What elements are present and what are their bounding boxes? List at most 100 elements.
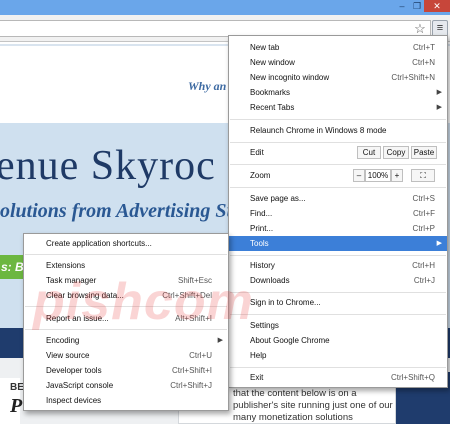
menu-item-label: Bookmarks — [250, 88, 291, 97]
menu-item-label: Help — [250, 351, 267, 360]
hero-heading: enue Skyroc — [0, 143, 216, 189]
fullscreen-icon[interactable]: ⛶ — [411, 169, 435, 182]
chrome-main-menu: New tab Ctrl+T New window Ctrl+N New inc… — [228, 35, 448, 388]
menu-item-label: Downloads — [250, 276, 290, 285]
menu-item-task-manager[interactable]: Task manager Shift+Esc — [24, 273, 228, 288]
menu-item-find[interactable]: Find... Ctrl+F — [229, 206, 447, 221]
tools-submenu: Create application shortcuts... Extensio… — [23, 233, 229, 411]
menu-item-recent-tabs[interactable]: Recent Tabs ▶ — [229, 100, 447, 115]
menu-item-label: About Google Chrome — [250, 336, 330, 345]
menu-item-shortcut: Alt+Shift+I — [175, 314, 212, 323]
menu-item-shortcut: Ctrl+Shift+Q — [390, 373, 435, 382]
menu-item-extensions[interactable]: Extensions — [24, 258, 228, 273]
menu-item-label: Recent Tabs — [250, 103, 295, 112]
menu-item-new-tab[interactable]: New tab Ctrl+T — [229, 40, 447, 55]
menu-item-developer-tools[interactable]: Developer tools Ctrl+Shift+I — [24, 363, 228, 378]
menu-item-tools[interactable]: Tools ▶ — [229, 236, 447, 251]
menu-item-edit: Edit Cut Copy Paste — [229, 145, 447, 160]
menu-separator — [230, 255, 446, 256]
close-button[interactable]: ✕ — [424, 0, 450, 12]
menu-separator — [230, 367, 446, 368]
submenu-arrow-icon: ▶ — [217, 337, 223, 344]
menu-separator — [25, 329, 227, 330]
menu-separator — [230, 142, 446, 143]
menu-item-report-issue[interactable]: Report an issue... Alt+Shift+I — [24, 311, 228, 326]
menu-item-label: Edit — [250, 148, 264, 157]
menu-item-help[interactable]: Help — [229, 348, 447, 363]
left-panel-title: P — [10, 395, 23, 417]
menu-item-label: Extensions — [46, 261, 86, 270]
menu-separator — [230, 314, 446, 315]
zoom-out-button[interactable]: – — [353, 169, 365, 182]
paste-button[interactable]: Paste — [411, 146, 437, 159]
minimize-button[interactable]: – — [394, 0, 410, 12]
menu-item-javascript-console[interactable]: JavaScript console Ctrl+Shift+J — [24, 378, 228, 393]
menu-item-label: Tools — [250, 239, 269, 248]
menu-item-label: Create application shortcuts... — [46, 239, 152, 248]
menu-item-save-page[interactable]: Save page as... Ctrl+S — [229, 191, 447, 206]
submenu-arrow-icon: ▶ — [436, 104, 442, 111]
submenu-arrow-icon: ▶ — [436, 89, 442, 96]
menu-item-view-source[interactable]: View source Ctrl+U — [24, 348, 228, 363]
menu-item-label: New tab — [250, 43, 280, 52]
menu-item-label: Zoom — [250, 171, 271, 180]
menu-item-new-incognito[interactable]: New incognito window Ctrl+Shift+N — [229, 70, 447, 85]
menu-item-sign-in[interactable]: Sign in to Chrome... — [229, 295, 447, 310]
menu-item-label: Print... — [250, 224, 274, 233]
menu-item-label: Developer tools — [46, 366, 102, 375]
menu-item-about[interactable]: About Google Chrome — [229, 333, 447, 348]
restore-button[interactable]: ❐ — [410, 0, 424, 12]
menu-item-encoding[interactable]: Encoding ▶ — [24, 333, 228, 348]
zoom-level: 100% — [365, 169, 391, 182]
menu-separator — [230, 119, 446, 120]
menu-item-shortcut: Ctrl+S — [412, 194, 435, 203]
submenu-arrow-icon: ▶ — [436, 240, 442, 247]
menu-item-new-window[interactable]: New window Ctrl+N — [229, 55, 447, 70]
menu-item-clear-data[interactable]: Clear browsing data... Ctrl+Shift+Del — [24, 288, 228, 303]
menu-item-shortcut: Ctrl+J — [413, 276, 435, 285]
menu-item-label: Settings — [250, 321, 279, 330]
cut-button[interactable]: Cut — [357, 146, 381, 159]
zoom-in-button[interactable]: + — [391, 169, 403, 182]
menu-separator — [25, 306, 227, 307]
menu-item-shortcut: Ctrl+Shift+N — [391, 73, 435, 82]
page-tagline: Why an — [188, 79, 227, 93]
menu-separator — [230, 187, 446, 188]
menu-item-relaunch[interactable]: Relaunch Chrome in Windows 8 mode — [229, 123, 447, 138]
title-bar — [0, 0, 450, 15]
menu-item-label: Save page as... — [250, 194, 306, 203]
menu-item-print[interactable]: Print... Ctrl+P — [229, 221, 447, 236]
menu-item-shortcut: Shift+Esc — [177, 276, 212, 285]
menu-item-settings[interactable]: Settings — [229, 318, 447, 333]
menu-item-label: JavaScript console — [46, 381, 114, 390]
menu-item-label: New window — [250, 58, 295, 67]
menu-item-bookmarks[interactable]: Bookmarks ▶ — [229, 85, 447, 100]
menu-item-label: Task manager — [46, 276, 97, 285]
menu-item-label: Report an issue... — [46, 314, 109, 323]
menu-item-history[interactable]: History Ctrl+H — [229, 258, 447, 273]
left-panel-heading: BE — [10, 382, 24, 393]
menu-separator — [230, 292, 446, 293]
menu-item-label: Encoding — [46, 336, 80, 345]
menu-item-inspect-devices[interactable]: Inspect devices — [24, 393, 228, 408]
menu-item-shortcut: Ctrl+Shift+Del — [162, 291, 212, 300]
menu-item-label: Sign in to Chrome... — [250, 298, 321, 307]
menu-item-label: Exit — [250, 373, 264, 382]
menu-item-exit[interactable]: Exit Ctrl+Shift+Q — [229, 370, 447, 385]
menu-item-label: Find... — [250, 209, 273, 218]
menu-separator — [230, 164, 446, 165]
menu-item-downloads[interactable]: Downloads Ctrl+J — [229, 273, 447, 288]
menu-item-create-shortcuts[interactable]: Create application shortcuts... — [24, 236, 228, 251]
menu-item-label: History — [250, 261, 275, 270]
menu-item-shortcut: Ctrl+F — [413, 209, 435, 218]
menu-item-shortcut: Ctrl+T — [413, 43, 435, 52]
menu-item-shortcut: Ctrl+H — [412, 261, 435, 270]
menu-item-shortcut: Ctrl+Shift+I — [171, 366, 212, 375]
menu-item-label: New incognito window — [250, 73, 330, 82]
menu-separator — [25, 254, 227, 255]
menu-item-shortcut: Ctrl+N — [412, 58, 435, 67]
hero-subtitle: olutions from Advertising Sup — [0, 200, 248, 222]
menu-item-zoom: Zoom – 100% + ⛶ — [229, 168, 447, 183]
menu-item-shortcut: Ctrl+P — [412, 224, 435, 233]
copy-button[interactable]: Copy — [383, 146, 409, 159]
